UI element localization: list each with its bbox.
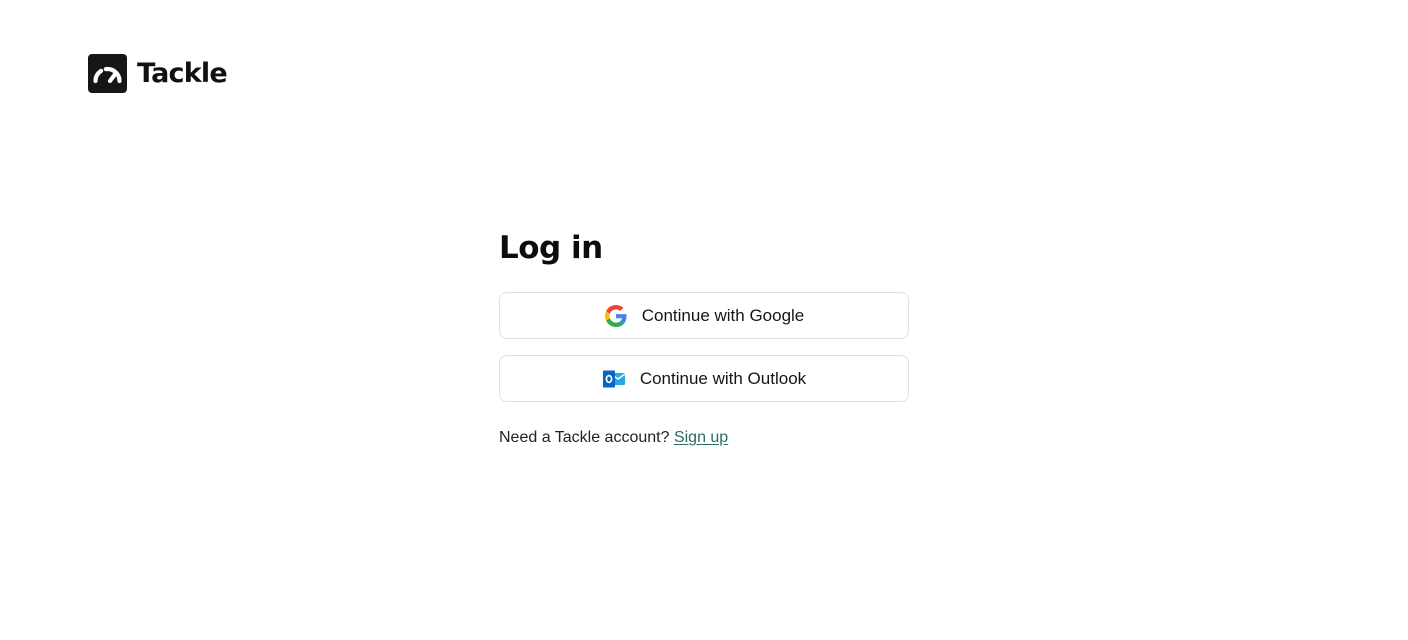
brand-name: Tackle	[137, 58, 228, 89]
tackle-logo[interactable]: Tackle	[88, 54, 228, 93]
speedometer-icon	[88, 54, 127, 93]
signup-row: Need a Tackle account? Sign up	[499, 428, 909, 448]
google-icon	[604, 304, 628, 328]
login-panel: Log in Continue with Google Continue wit…	[499, 228, 909, 448]
login-page: Tackle Log in Continue with Google Conti…	[0, 0, 1408, 640]
continue-with-google-button[interactable]: Continue with Google	[499, 292, 909, 339]
continue-with-outlook-button[interactable]: Continue with Outlook	[499, 355, 909, 402]
outlook-button-label: Continue with Outlook	[639, 368, 807, 388]
sign-up-link[interactable]: Sign up	[674, 429, 728, 446]
signup-prompt: Need a Tackle account?	[499, 429, 670, 446]
outlook-icon	[602, 367, 626, 391]
page-title: Log in	[499, 230, 603, 266]
google-button-label: Continue with Google	[641, 305, 805, 325]
